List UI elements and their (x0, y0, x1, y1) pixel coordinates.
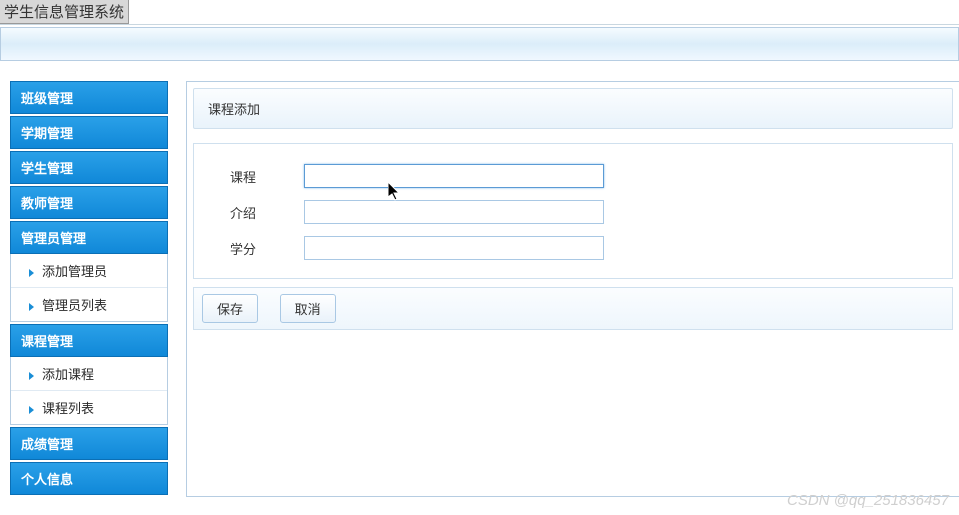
sidebar-item-semester[interactable]: 学期管理 (10, 116, 168, 149)
sidebar-item-admin[interactable]: 管理员管理 (10, 221, 168, 254)
course-label: 课程 (214, 167, 304, 186)
submenu-add-admin[interactable]: 添加管理员 (11, 254, 167, 288)
submenu-course: 添加课程 课程列表 (10, 357, 168, 425)
sidebar-item-student[interactable]: 学生管理 (10, 151, 168, 184)
sidebar-item-class[interactable]: 班级管理 (10, 81, 168, 114)
save-button[interactable]: 保存 (202, 294, 258, 323)
submenu-admin-list[interactable]: 管理员列表 (11, 288, 167, 321)
arrow-icon (29, 303, 34, 311)
submenu-label: 课程列表 (42, 401, 94, 416)
panel-title: 课程添加 (193, 88, 953, 129)
cancel-button[interactable]: 取消 (280, 294, 336, 323)
arrow-icon (29, 406, 34, 414)
sidebar-item-teacher[interactable]: 教师管理 (10, 186, 168, 219)
arrow-icon (29, 269, 34, 277)
submenu-label: 添加管理员 (42, 264, 107, 279)
main-panel: 课程添加 课程 介绍 学分 保存 取消 (186, 81, 959, 497)
app-title: 学生信息管理系统 (0, 0, 129, 24)
intro-input[interactable] (304, 200, 604, 224)
credit-label: 学分 (214, 239, 304, 258)
submenu-add-course[interactable]: 添加课程 (11, 357, 167, 391)
divider (0, 24, 959, 25)
sidebar: 班级管理 学期管理 学生管理 教师管理 管理员管理 添加管理员 管理员列表 课程… (10, 81, 168, 497)
course-input[interactable] (304, 164, 604, 188)
submenu-label: 管理员列表 (42, 298, 107, 313)
sidebar-item-course[interactable]: 课程管理 (10, 324, 168, 357)
submenu-course-list[interactable]: 课程列表 (11, 391, 167, 424)
top-banner (0, 27, 959, 61)
arrow-icon (29, 372, 34, 380)
sidebar-item-profile[interactable]: 个人信息 (10, 462, 168, 495)
intro-label: 介绍 (214, 203, 304, 222)
button-row: 保存 取消 (193, 287, 953, 330)
sidebar-item-score[interactable]: 成绩管理 (10, 427, 168, 460)
form-box: 课程 介绍 学分 (193, 143, 953, 279)
submenu-admin: 添加管理员 管理员列表 (10, 254, 168, 322)
submenu-label: 添加课程 (42, 367, 94, 382)
credit-input[interactable] (304, 236, 604, 260)
